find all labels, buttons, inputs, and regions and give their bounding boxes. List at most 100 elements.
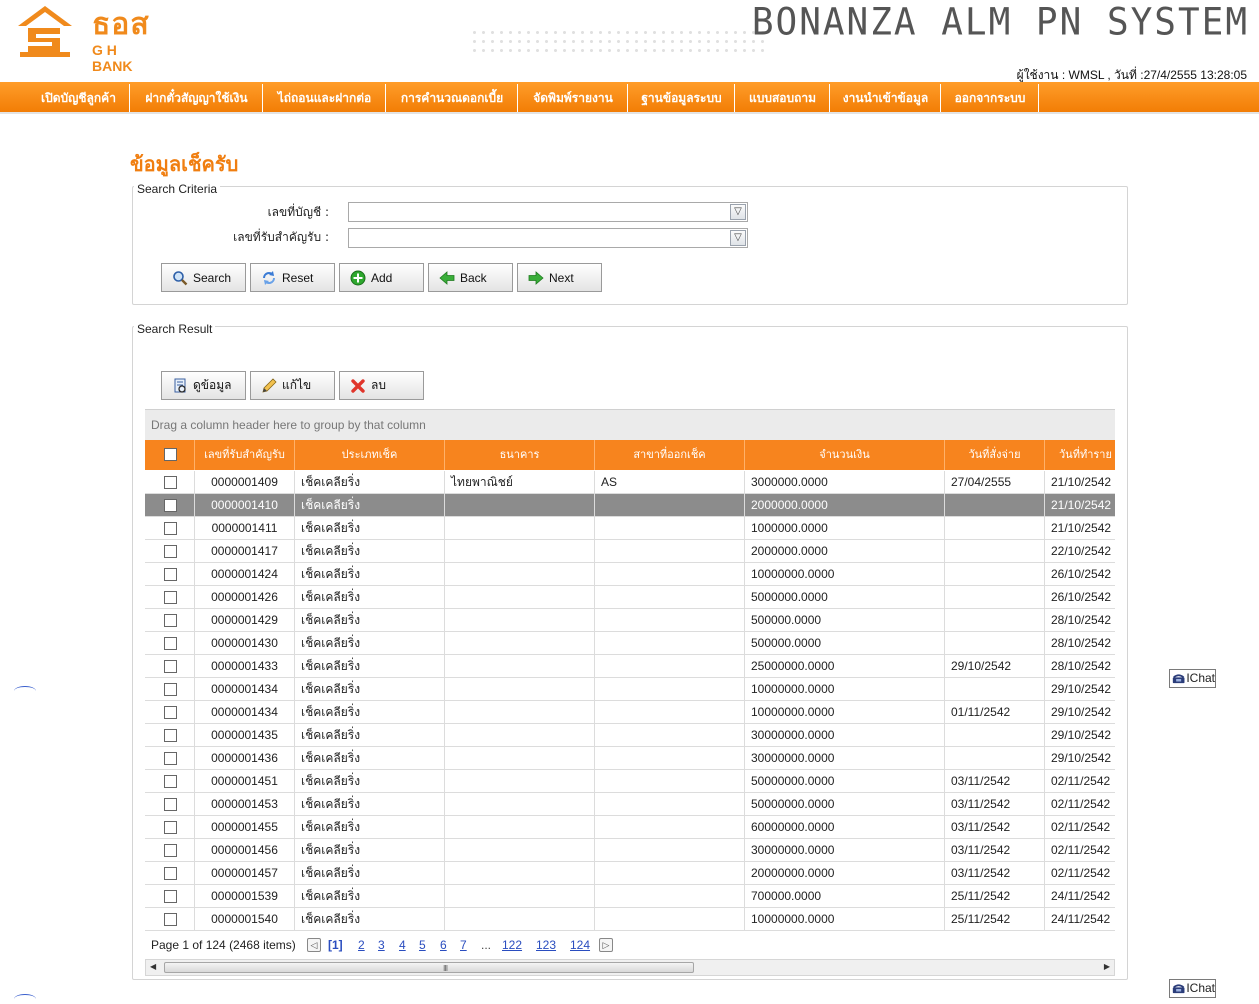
row-checkbox[interactable]	[164, 844, 177, 857]
table-row[interactable]: 0000001430 เช็คเคลียริ่ง 500000.0000 28/10/…	[145, 632, 1115, 655]
row-checkbox[interactable]	[164, 591, 177, 604]
row-select-cell[interactable]	[145, 586, 195, 608]
edit-button[interactable]: แก้ไข	[250, 371, 335, 400]
chevron-down-icon[interactable]: ▽	[730, 230, 746, 246]
col-amount[interactable]: จำนวนเงิน	[745, 440, 945, 470]
row-select-cell[interactable]	[145, 747, 195, 769]
col-branch[interactable]: สาขาที่ออกเช็ค	[595, 440, 745, 470]
table-row[interactable]: 0000001436 เช็คเคลียริ่ง 30000000.0000 29/1…	[145, 747, 1115, 770]
row-select-cell[interactable]	[145, 471, 195, 493]
table-row[interactable]: 0000001455 เช็คเคลียริ่ง 60000000.0000 03/1…	[145, 816, 1115, 839]
next-button[interactable]: Next	[517, 263, 602, 292]
table-row[interactable]: 0000001426 เช็คเคลียริ่ง 5000000.0000 26/10…	[145, 586, 1115, 609]
scrollbar-thumb[interactable]: III	[164, 962, 694, 973]
row-checkbox[interactable]	[164, 660, 177, 673]
table-row[interactable]: 0000001435 เช็คเคลียริ่ง 30000000.0000 29/1…	[145, 724, 1115, 747]
row-checkbox[interactable]	[164, 752, 177, 765]
row-select-cell[interactable]	[145, 655, 195, 677]
row-select-cell[interactable]	[145, 770, 195, 792]
scroll-left-icon[interactable]: ◀	[150, 962, 156, 971]
chevron-left-icon[interactable]: ◁	[307, 938, 321, 952]
row-select-cell[interactable]	[145, 540, 195, 562]
row-checkbox[interactable]	[164, 545, 177, 558]
row-select-cell[interactable]	[145, 563, 195, 585]
view-button[interactable]: ดูข้อมูล	[161, 371, 246, 400]
row-checkbox[interactable]	[164, 522, 177, 535]
row-select-cell[interactable]	[145, 517, 195, 539]
row-select-cell[interactable]	[145, 701, 195, 723]
menu-logout[interactable]: ออกจากระบบ	[942, 84, 1039, 112]
col-cheque-type[interactable]: ประเภทเช็ค	[295, 440, 445, 470]
row-select-cell[interactable]	[145, 885, 195, 907]
row-select-cell[interactable]	[145, 609, 195, 631]
row-select-cell[interactable]	[145, 494, 195, 516]
select-all-cell[interactable]	[145, 440, 195, 470]
menu-data-import[interactable]: งานนำเข้าข้อมูล	[831, 84, 941, 112]
ichat-button[interactable]: IChat	[1169, 979, 1216, 998]
menu-deposit-note[interactable]: ฝากตั๋วสัญญาใช้เงิน	[131, 84, 263, 112]
row-checkbox[interactable]	[164, 683, 177, 696]
menu-redeem-renew[interactable]: ไถ่ถอนและฝากต่อ	[264, 84, 386, 112]
pager-page-link[interactable]: 124	[570, 938, 590, 952]
row-checkbox[interactable]	[164, 890, 177, 903]
pager-page-link[interactable]: 3	[378, 938, 385, 952]
add-button[interactable]: Add	[339, 263, 424, 292]
row-checkbox[interactable]	[164, 706, 177, 719]
table-row[interactable]: 0000001424 เช็คเคลียริ่ง 10000000.0000 26/1…	[145, 563, 1115, 586]
table-row[interactable]: 0000001429 เช็คเคลียริ่ง 500000.0000 28/10/…	[145, 609, 1115, 632]
row-checkbox[interactable]	[164, 614, 177, 627]
col-transaction-date[interactable]: วันที่ทำราย	[1045, 440, 1125, 470]
table-row[interactable]: 0000001417 เช็คเคลียริ่ง 2000000.0000 22/10…	[145, 540, 1115, 563]
row-checkbox[interactable]	[164, 867, 177, 880]
search-button[interactable]: Search	[161, 263, 246, 292]
table-row[interactable]: 0000001451 เช็คเคลียริ่ง 50000000.0000 03/1…	[145, 770, 1115, 793]
row-select-cell[interactable]	[145, 862, 195, 884]
row-select-cell[interactable]	[145, 839, 195, 861]
reset-button[interactable]: Reset	[250, 263, 335, 292]
table-row[interactable]: 0000001453 เช็คเคลียริ่ง 50000000.0000 03/1…	[145, 793, 1115, 816]
table-row[interactable]: 0000001433 เช็คเคลียริ่ง 25000000.0000 29/1…	[145, 655, 1115, 678]
col-pay-date[interactable]: วันที่สั่งจ่าย	[945, 440, 1045, 470]
table-row[interactable]: 0000001410 เช็คเคลียริ่ง 2000000.0000 21/10…	[145, 494, 1115, 517]
row-checkbox[interactable]	[164, 775, 177, 788]
row-checkbox[interactable]	[164, 637, 177, 650]
row-checkbox[interactable]	[164, 913, 177, 926]
chevron-down-icon[interactable]: ▽	[730, 204, 746, 220]
select-all-checkbox[interactable]	[164, 448, 177, 461]
table-row[interactable]: 0000001456 เช็คเคลียริ่ง 30000000.0000 03/1…	[145, 839, 1115, 862]
pager-page-link[interactable]: 4	[399, 938, 406, 952]
table-row[interactable]: 0000001434 เช็คเคลียริ่ง 10000000.0000 01/1…	[145, 701, 1115, 724]
horizontal-scrollbar[interactable]: ◀ III ▶	[145, 959, 1115, 976]
row-select-cell[interactable]	[145, 632, 195, 654]
table-row[interactable]: 0000001434 เช็คเคลียริ่ง 10000000.0000 29/1…	[145, 678, 1115, 701]
chevron-right-icon[interactable]: ▷	[599, 938, 613, 952]
scroll-right-icon[interactable]: ▶	[1104, 962, 1110, 971]
pager-page-link[interactable]: 5	[419, 938, 426, 952]
table-row[interactable]: 0000001457 เช็คเคลียริ่ง 20000000.0000 03/1…	[145, 862, 1115, 885]
row-select-cell[interactable]	[145, 793, 195, 815]
row-checkbox[interactable]	[164, 821, 177, 834]
row-select-cell[interactable]	[145, 816, 195, 838]
back-button[interactable]: Back	[428, 263, 513, 292]
row-checkbox[interactable]	[164, 798, 177, 811]
pager-page-link[interactable]: 2	[358, 938, 365, 952]
table-row[interactable]: 0000001409 เช็คเคลียริ่ง ไทยพาณิชย์ AS 30000…	[145, 471, 1115, 494]
col-bank[interactable]: ธนาคาร	[445, 440, 595, 470]
ichat-button[interactable]: IChat	[1169, 669, 1216, 688]
menu-print-report[interactable]: จัดพิมพ์รายงาน	[519, 84, 628, 112]
pager-page-link[interactable]: 6	[440, 938, 447, 952]
menu-interest-calc[interactable]: การคำนวณดอกเบี้ย	[387, 84, 518, 112]
menu-questionnaire[interactable]: แบบสอบถาม	[736, 84, 830, 112]
pager-page-link[interactable]: 123	[536, 938, 556, 952]
delete-button[interactable]: ลบ	[339, 371, 424, 400]
pager-page-link[interactable]: 7	[460, 938, 467, 952]
row-checkbox[interactable]	[164, 568, 177, 581]
table-row[interactable]: 0000001539 เช็คเคลียริ่ง 700000.0000 25/11/…	[145, 885, 1115, 908]
row-select-cell[interactable]	[145, 724, 195, 746]
row-select-cell[interactable]	[145, 908, 195, 930]
table-row[interactable]: 0000001411 เช็คเคลียริ่ง 1000000.0000 21/10…	[145, 517, 1115, 540]
row-checkbox[interactable]	[164, 476, 177, 489]
row-select-cell[interactable]	[145, 678, 195, 700]
ghbank-logo[interactable]: ธอส G H BANK	[14, 4, 154, 74]
pager-page-link[interactable]: 122	[502, 938, 522, 952]
